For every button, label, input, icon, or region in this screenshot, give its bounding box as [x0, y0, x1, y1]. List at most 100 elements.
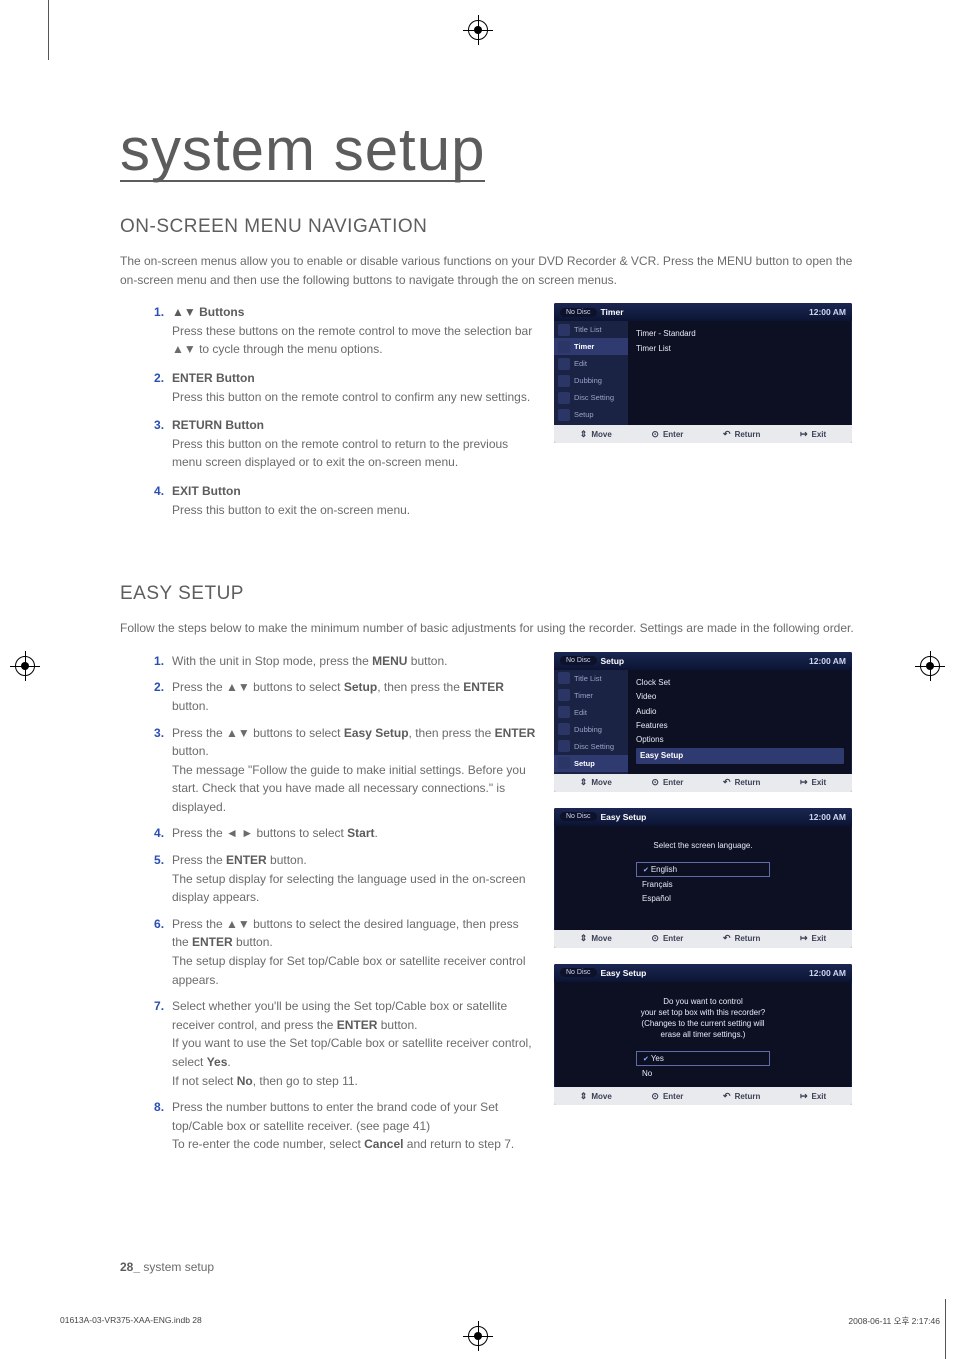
return-icon: ↶: [723, 1091, 731, 1102]
item-body: Press this button to exit the on-screen …: [172, 501, 538, 520]
updown-icon: ⇕: [580, 1091, 588, 1102]
step-item: Select whether you'll be using the Set t…: [154, 997, 538, 1090]
step-item: Press the ▲▼ buttons to select Easy Setu…: [154, 724, 538, 817]
exit-icon: ↦: [800, 933, 808, 944]
osd-line: Timer List: [636, 342, 844, 356]
nav-button-item: RETURN ButtonPress this button on the re…: [154, 416, 538, 472]
print-filename: 01613A-03-VR375-XAA-ENG.indb 28: [60, 1315, 202, 1327]
footer-exit: ↦Exit: [800, 429, 826, 440]
crop-mark: [945, 1299, 946, 1359]
page-footer-text: system setup: [143, 1260, 214, 1274]
osd-option: English: [636, 862, 770, 877]
item-body: Press these buttons on the remote contro…: [172, 322, 538, 359]
step-item: Press the ▲▼ buttons to select the desir…: [154, 915, 538, 989]
osd-body: Do you want to controlyour set top box w…: [554, 982, 852, 1088]
osd-side-label: Disc Setting: [574, 742, 614, 751]
osd-footer: ⇕Move ⊙Enter ↶Return ↦Exit: [554, 425, 852, 443]
step-item: Press the ENTER button.The setup display…: [154, 851, 538, 907]
osd-body: Select the screen language. EnglishFranç…: [554, 826, 852, 930]
enter-icon: ⊙: [651, 1091, 659, 1102]
osd-line: Options: [636, 733, 844, 747]
osd-line: Features: [636, 719, 844, 733]
updown-icon: ⇕: [580, 777, 588, 788]
osd-titlebar: No Disc Timer 12:00 AM: [554, 303, 852, 321]
osd-clock: 12:00 AM: [809, 968, 846, 978]
registration-mark: [920, 656, 940, 676]
registration-mark: [468, 1326, 488, 1346]
return-icon: ↶: [723, 777, 731, 788]
footer-exit: ↦Exit: [800, 777, 826, 788]
footer-return: ↶Return: [723, 1091, 760, 1102]
osd-side-item: Disc Setting: [554, 389, 628, 406]
section1-twocol: ▲▼ ButtonsPress these buttons on the rem…: [120, 303, 854, 529]
item-lead: RETURN Button: [172, 418, 264, 432]
menu-icon: [558, 324, 570, 336]
page-footer: 28_ system setup: [120, 1260, 214, 1274]
footer-enter: ⊙Enter: [651, 1091, 683, 1102]
osd-side-item: Timer: [554, 687, 628, 704]
osd-option: Yes: [636, 1051, 770, 1066]
osd-side-label: Title List: [574, 674, 602, 683]
section-heading-2: EASY SETUP: [120, 583, 854, 605]
osd-side-label: Disc Setting: [574, 393, 614, 402]
osd-prompt: Select the screen language.: [653, 840, 752, 851]
enter-icon: ⊙: [651, 933, 659, 944]
osd-content: Select the screen language. EnglishFranç…: [554, 826, 852, 930]
osd-crumb: Timer: [601, 307, 624, 317]
osd-side-item: Title List: [554, 670, 628, 687]
return-icon: ↶: [723, 429, 731, 440]
osd-setup-screenshot: No Disc Setup 12:00 AM Title ListTimerEd…: [554, 652, 852, 792]
osd-side-item: Setup: [554, 755, 628, 772]
enter-icon: ⊙: [651, 777, 659, 788]
osd-side-label: Setup: [574, 759, 595, 768]
footer-enter: ⊙Enter: [651, 777, 683, 788]
osd-content: Do you want to controlyour set top box w…: [554, 982, 852, 1088]
osd-side-item: Dubbing: [554, 721, 628, 738]
osd-line: Easy Setup: [636, 748, 844, 764]
menu-icon: [558, 358, 570, 370]
osd-side-label: Dubbing: [574, 376, 602, 385]
osd-sidebar: Title ListTimerEditDubbingDisc SettingSe…: [554, 670, 628, 774]
print-meta-line: 01613A-03-VR375-XAA-ENG.indb 28 2008-06-…: [60, 1315, 940, 1327]
menu-icon: [558, 740, 570, 752]
osd-stb-screenshot: No Disc Easy Setup 12:00 AM Do you want …: [554, 964, 852, 1106]
section2-twocol: With the unit in Stop mode, press the ME…: [120, 652, 854, 1162]
osd-side-label: Setup: [574, 410, 594, 419]
easy-setup-steps: With the unit in Stop mode, press the ME…: [154, 652, 538, 1154]
exit-icon: ↦: [800, 777, 808, 788]
osd-side-label: Timer: [574, 342, 594, 351]
osd-prompt: Do you want to controlyour set top box w…: [641, 996, 766, 1041]
footer-move: ⇕Move: [580, 777, 612, 788]
osd-footer: ⇕Move ⊙Enter ↶Return ↦Exit: [554, 774, 852, 792]
osd-line: Clock Set: [636, 676, 844, 690]
osd-side-label: Timer: [574, 691, 593, 700]
return-icon: ↶: [723, 933, 731, 944]
osd-side-item: Disc Setting: [554, 738, 628, 755]
osd-side-label: Title List: [574, 325, 602, 334]
osd-body: Title ListTimerEditDubbingDisc SettingSe…: [554, 670, 852, 774]
nodisc-pill: No Disc: [560, 656, 597, 665]
item-body: Press this button on the remote control …: [172, 388, 538, 407]
osd-side-item: Title List: [554, 321, 628, 338]
footer-move: ⇕Move: [580, 429, 612, 440]
updown-icon: ⇕: [580, 429, 588, 440]
menu-icon: [558, 392, 570, 404]
item-lead: EXIT Button: [172, 484, 241, 498]
nav-button-list: ▲▼ ButtonsPress these buttons on the rem…: [154, 303, 538, 519]
footer-enter: ⊙Enter: [651, 933, 683, 944]
osd-options: EnglishFrançaisEspañol: [636, 861, 770, 906]
osd-clock: 12:00 AM: [809, 656, 846, 666]
nav-button-item: ▲▼ ButtonsPress these buttons on the rem…: [154, 303, 538, 359]
print-timestamp: 2008-06-11 오후 2:17:46: [848, 1315, 940, 1327]
osd-side-label: Dubbing: [574, 725, 602, 734]
osd-titlebar: No Disc Setup 12:00 AM: [554, 652, 852, 670]
menu-icon: [558, 672, 570, 684]
exit-icon: ↦: [800, 429, 808, 440]
osd-content: Timer - Standard Timer List: [628, 321, 852, 425]
step-item: Press the ◄ ► buttons to select Start.: [154, 824, 538, 843]
osd-body: Title ListTimerEditDubbingDisc SettingSe…: [554, 321, 852, 425]
footer-move: ⇕Move: [580, 933, 612, 944]
page-title: system setup: [120, 120, 485, 182]
menu-icon: [558, 757, 570, 769]
osd-footer: ⇕Move ⊙Enter ↶Return ↦Exit: [554, 930, 852, 948]
